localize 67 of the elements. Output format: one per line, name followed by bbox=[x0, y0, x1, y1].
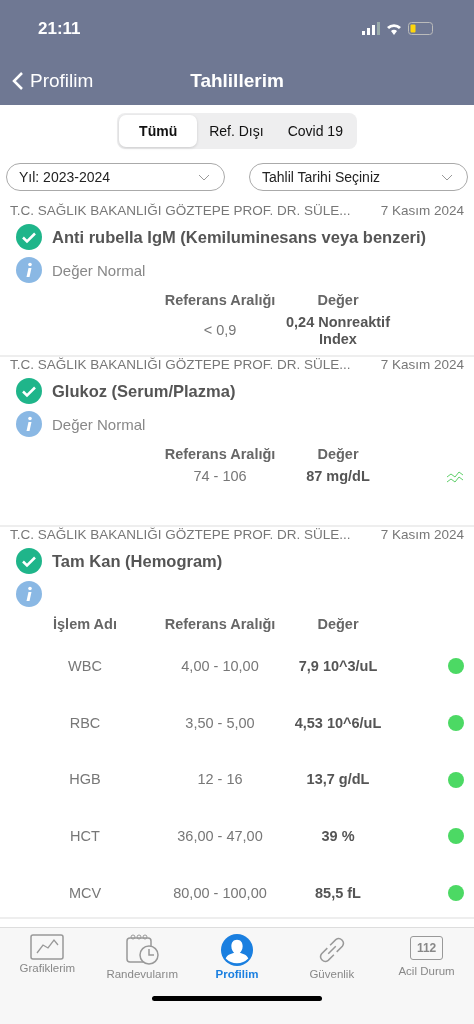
table-cell-text: < 0,9 bbox=[202, 322, 238, 339]
segment-tab[interactable]: Covid 19 bbox=[275, 115, 355, 147]
column-header: Referans Aralığı bbox=[163, 616, 277, 632]
hospital-name: T.C. SAĞLIK BAKANLIĞI GÖZTEPE PROF. DR. SÜLE... bbox=[10, 357, 351, 373]
test-name: Anti rubella IgM (Kemiluminesans veya benzeri) bbox=[52, 227, 427, 247]
wifi-icon bbox=[386, 22, 402, 35]
table-cell-text: 85,5 fL bbox=[314, 884, 362, 902]
column-header: Değer bbox=[316, 292, 360, 308]
column-header: Değer bbox=[316, 446, 360, 463]
segment-tab[interactable]: Tümü bbox=[119, 115, 198, 147]
signal-icon bbox=[362, 21, 380, 36]
table-cell-text: 7,9 10^3/uL bbox=[297, 658, 379, 675]
hospital-name: T.C. SAĞLIK BAKANLIĞI GÖZTEPE PROF. DR. SÜLE... bbox=[10, 203, 351, 218]
column-header: Referans Aralığı bbox=[163, 292, 277, 308]
chevron-down-icon bbox=[198, 173, 210, 181]
info-icon[interactable] bbox=[16, 581, 42, 607]
status-time: 21:11 bbox=[38, 18, 81, 39]
result-date: 7 Kasım 2024 bbox=[380, 203, 464, 218]
chevron-down-icon bbox=[441, 173, 453, 181]
result-note: Değer Normal bbox=[52, 261, 146, 279]
column-header: İşlem Adı bbox=[52, 616, 118, 632]
column-header: Referans Aralığı bbox=[163, 446, 277, 463]
column-header: Değer bbox=[316, 616, 360, 632]
back-button[interactable]: Profilim bbox=[12, 70, 94, 92]
table-cell-text: 36,00 - 47,00 bbox=[176, 828, 264, 845]
dropdown[interactable]: Tahlil Tarihi Seçiniz bbox=[249, 163, 468, 191]
tab-bar-item[interactable]: Profilim bbox=[192, 934, 282, 980]
person-icon bbox=[220, 934, 254, 966]
test-name: Tam Kan (Hemogram) bbox=[52, 551, 223, 571]
table-cell-text: 74 - 106 bbox=[192, 468, 248, 485]
table-cell-text: 39 % bbox=[320, 828, 356, 845]
segment-tab[interactable]: Ref. Dışı bbox=[197, 115, 276, 147]
info-icon[interactable] bbox=[16, 257, 42, 283]
result-note: Değer Normal bbox=[52, 415, 146, 433]
table-cell-text: 87 mg/dL bbox=[305, 468, 371, 485]
page-title: Tahlillerim bbox=[190, 70, 285, 92]
table-cell-text: 4,53 10^6/uL bbox=[293, 714, 383, 732]
tab-bar-item[interactable]: 112 Acil Durum bbox=[381, 934, 472, 980]
table-cell-text: 12 - 16 bbox=[196, 771, 244, 789]
check-circle-icon bbox=[16, 224, 42, 250]
calendar-clock-icon bbox=[125, 934, 160, 966]
result-date: 7 Kasım 2024 bbox=[380, 357, 464, 373]
table-cell-text: WBC bbox=[67, 658, 103, 675]
table-cell-text: 3,50 - 5,00 bbox=[184, 714, 256, 732]
table-cell-text: 13,7 g/dL bbox=[305, 771, 371, 789]
info-icon[interactable] bbox=[16, 411, 42, 438]
table-cell-text: HGB bbox=[68, 771, 102, 789]
check-circle-icon bbox=[16, 548, 42, 574]
table-cell-text: 4,00 - 10,00 bbox=[180, 658, 260, 675]
check-circle-icon bbox=[16, 378, 42, 405]
table-cell-text: MCV bbox=[67, 884, 103, 902]
test-name: Glukoz (Serum/Plazma) bbox=[52, 381, 236, 401]
trend-icon[interactable] bbox=[446, 470, 464, 483]
chart-icon bbox=[30, 934, 65, 960]
table-cell-text: 80,00 - 100,00 bbox=[172, 884, 268, 902]
dropdown[interactable]: Yıl: 2023-2024 bbox=[6, 163, 225, 191]
table-cell-text: 0,24 Nonreaktif Index bbox=[285, 314, 391, 348]
table-cell-text: RBC bbox=[68, 714, 102, 732]
battery-icon bbox=[408, 21, 434, 36]
tab-bar-item[interactable]: Grafiklerim bbox=[2, 934, 93, 980]
tab-bar-item[interactable]: Güvenlik bbox=[286, 934, 377, 980]
tab-bar-item[interactable]: Randevularım bbox=[97, 934, 188, 980]
result-date: 7 Kasım 2024 bbox=[380, 527, 464, 542]
hospital-name: T.C. SAĞLIK BAKANLIĞI GÖZTEPE PROF. DR. SÜLE... bbox=[10, 527, 351, 542]
table-cell-text: HCT bbox=[69, 828, 101, 845]
chevron-left-icon bbox=[12, 71, 24, 91]
emergency-badge-icon: 112 bbox=[410, 936, 444, 960]
